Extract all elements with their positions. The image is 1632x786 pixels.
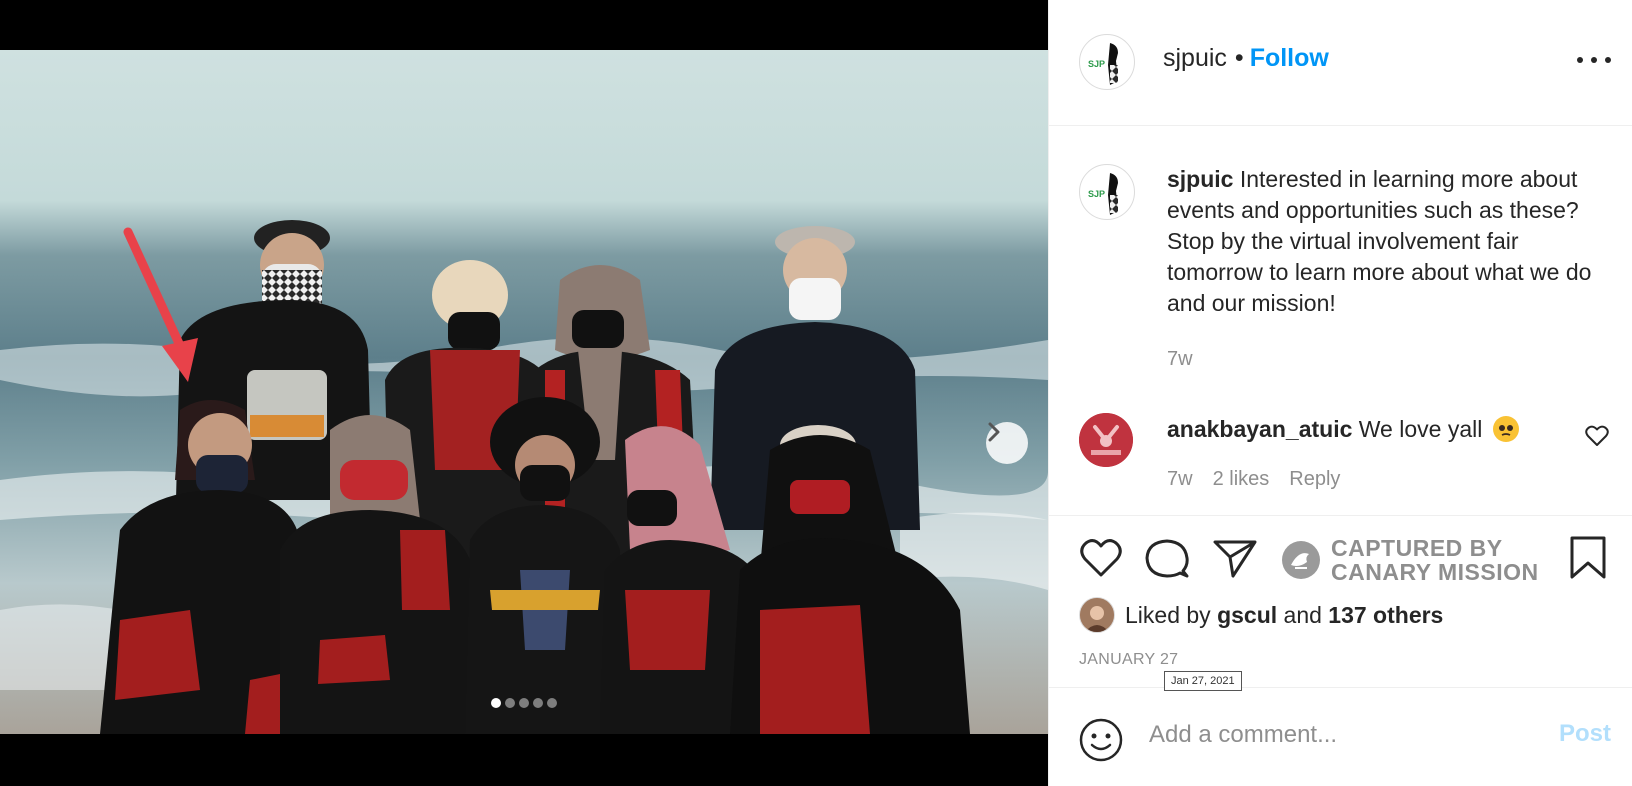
avatar-text: SJP — [1088, 59, 1105, 69]
anakbayan-logo-icon — [1079, 413, 1133, 467]
carousel-dot-2[interactable] — [505, 698, 515, 708]
chevron-right-icon — [988, 422, 1000, 442]
likes-summary: Liked by gscul and 137 others — [1079, 597, 1443, 633]
carousel-dot-1[interactable] — [491, 698, 501, 708]
carousel-dot-4[interactable] — [533, 698, 543, 708]
post-date[interactable]: JANUARY 27 — [1079, 651, 1178, 669]
next-image-button[interactable] — [986, 422, 1028, 464]
section-divider — [1049, 515, 1632, 516]
instagram-post-modal: SJP sjpuic • Follow SJP sjpuic Interested … — [0, 0, 1632, 786]
post-caption: sjpuic Interested in learning more about… — [1167, 164, 1607, 319]
author-avatar[interactable]: SJP — [1079, 34, 1135, 90]
emoji-button[interactable] — [1079, 718, 1123, 767]
caption-timestamp[interactable]: 7w — [1167, 348, 1193, 371]
canary-line-2: CANARY MISSION — [1331, 559, 1539, 585]
reply-button[interactable]: Reply — [1289, 468, 1340, 491]
post-header: SJP sjpuic • Follow — [1049, 0, 1632, 126]
comment-timestamp[interactable]: 7w — [1167, 468, 1193, 491]
comment-input[interactable] — [1147, 714, 1531, 756]
carousel-dots — [0, 698, 1048, 708]
comment-bubble-icon — [1145, 539, 1189, 578]
likes-and: and — [1283, 601, 1322, 628]
caption-avatar[interactable]: SJP — [1079, 164, 1135, 220]
liker-avatar[interactable] — [1079, 597, 1115, 633]
carousel-dot-3[interactable] — [519, 698, 529, 708]
heart-outline-icon — [1080, 539, 1122, 577]
comment-likes-count[interactable]: 2 likes — [1213, 468, 1270, 491]
sjp-logo-icon: SJP — [1088, 173, 1118, 215]
post-photo[interactable] — [0, 50, 1048, 734]
svg-text:SJP: SJP — [1088, 189, 1105, 199]
liker-username[interactable]: gscul — [1217, 602, 1277, 629]
follow-button[interactable]: Follow — [1250, 44, 1329, 72]
like-button[interactable] — [1079, 538, 1123, 583]
share-button[interactable] — [1213, 538, 1257, 583]
date-tooltip: Jan 27, 2021 — [1164, 671, 1242, 691]
canary-mission-badge: CAPTURED BY CANARY MISSION — [1281, 536, 1539, 584]
caption-username[interactable]: sjpuic — [1167, 166, 1233, 192]
heart-outline-icon — [1585, 425, 1609, 446]
canary-bird-icon — [1282, 541, 1320, 579]
post-comment-button[interactable]: Post — [1559, 720, 1611, 748]
like-comment-button[interactable] — [1585, 425, 1609, 452]
paper-plane-icon — [1213, 540, 1257, 578]
header-separator: • — [1234, 44, 1244, 72]
add-comment-section: Post — [1049, 687, 1632, 786]
commenter-avatar[interactable] — [1079, 413, 1133, 467]
comment-button[interactable] — [1145, 538, 1189, 585]
canary-text: CAPTURED BY CANARY MISSION — [1331, 536, 1539, 584]
action-bar: CAPTURED BY CANARY MISSION — [1049, 520, 1632, 600]
comment: anakbayan_atuic We love yall — [1167, 414, 1567, 444]
person-avatar-icon — [1080, 598, 1114, 632]
comment-text: We love yall — [1358, 416, 1483, 442]
canary-line-1: CAPTURED BY — [1331, 535, 1503, 561]
media-viewer — [0, 0, 1048, 786]
more-dot-icon — [1591, 57, 1597, 63]
photo-illustration — [0, 220, 1048, 734]
comment-username[interactable]: anakbayan_atuic — [1167, 416, 1352, 442]
likes-others-link[interactable]: 137 others — [1328, 602, 1443, 629]
smiley-icon — [1079, 718, 1123, 762]
more-options-button[interactable] — [1577, 50, 1611, 70]
carousel-dot-5[interactable] — [547, 698, 557, 708]
bookmark-icon — [1570, 536, 1606, 579]
more-dot-icon — [1577, 57, 1583, 63]
sjp-logo-icon: SJP — [1088, 43, 1118, 85]
more-dot-icon — [1605, 57, 1611, 63]
header-username[interactable]: sjpuic — [1163, 44, 1227, 72]
save-button[interactable] — [1569, 536, 1607, 585]
likes-prefix: Liked by — [1125, 601, 1211, 628]
pleading-face-emoji-icon — [1492, 416, 1519, 442]
post-details-panel: SJP sjpuic • Follow SJP sjpuic Interested … — [1048, 0, 1632, 786]
header-username-line: sjpuic • Follow — [1163, 44, 1329, 73]
comment-meta: 7w 2 likes Reply — [1167, 468, 1340, 491]
